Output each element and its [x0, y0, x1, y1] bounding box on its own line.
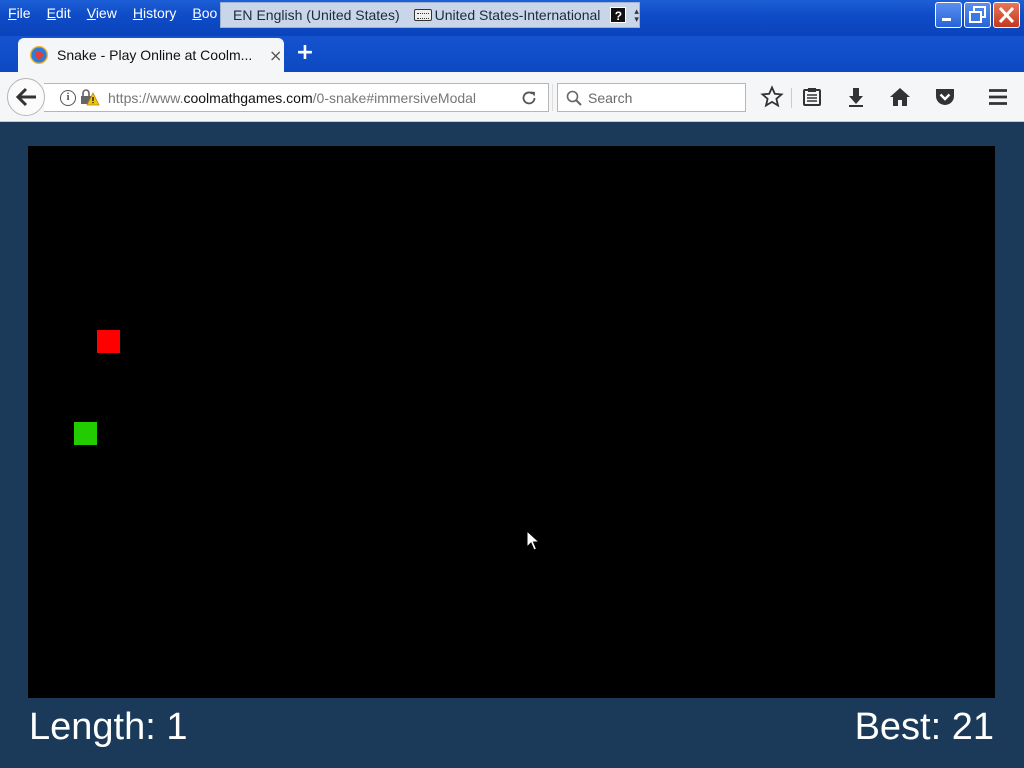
hamburger-menu-icon[interactable] [986, 85, 1010, 109]
search-input[interactable] [588, 89, 738, 106]
back-button[interactable] [7, 78, 45, 116]
info-icon[interactable]: i [60, 89, 76, 106]
restore-icon[interactable] [964, 2, 991, 28]
close-icon[interactable] [993, 2, 1020, 28]
menu-view[interactable]: View [79, 4, 125, 24]
reading-list-icon[interactable] [800, 85, 824, 109]
pocket-icon[interactable] [933, 85, 957, 109]
coolmath-favicon-icon [30, 46, 48, 64]
reload-icon[interactable] [520, 89, 538, 107]
search-icon [566, 90, 582, 106]
url-prefix: https://www. [108, 89, 184, 106]
tab-strip: Snake - Play Online at Coolm... × + [0, 36, 1024, 72]
back-arrow-icon [15, 87, 36, 107]
url-bar[interactable]: i https://www.coolmathgames.com/0-snake#… [44, 83, 553, 112]
food-pellet [97, 330, 120, 353]
snake-game-canvas[interactable] [28, 146, 995, 698]
title-bar: File Edit View History Boo EN English (U… [0, 0, 1024, 36]
bookmark-star-icon[interactable] [760, 85, 784, 109]
best-score: Best: 21 [854, 706, 994, 748]
menu-edit[interactable]: Edit [39, 4, 79, 24]
insecure-lock-icon[interactable] [80, 88, 100, 107]
menu-history[interactable]: History [125, 4, 185, 24]
url-domain: coolmathgames.com [183, 89, 313, 106]
menu-bar: File Edit View History Boo [0, 4, 225, 24]
navigation-bar: i https://www.coolmathgames.com/0-snake#… [0, 72, 1024, 122]
language-bar-options-icon[interactable]: ▴ ▾ [634, 7, 639, 24]
keyboard-icon [413, 9, 432, 21]
language-code: EN [233, 7, 253, 23]
minimize-icon[interactable] [935, 2, 962, 28]
search-box[interactable] [557, 83, 746, 112]
tab-close-icon[interactable]: × [269, 46, 282, 65]
tab-title: Snake - Play Online at Coolm... [57, 47, 253, 63]
help-icon[interactable]: ? [610, 7, 627, 23]
language-name: English (United States) [256, 7, 400, 23]
window-controls [935, 2, 1020, 28]
url-text[interactable]: https://www.coolmathgames.com/0-snake#im… [108, 90, 476, 106]
new-tab-button[interactable]: + [294, 42, 316, 65]
length-score: Length: 1 [29, 706, 188, 748]
tab-snake[interactable]: Snake - Play Online at Coolm... × [18, 38, 284, 72]
page-content: Length: 1 Best: 21 [0, 123, 1024, 768]
snake-head [74, 422, 97, 445]
toolbar-separator [791, 88, 792, 108]
menu-file[interactable]: File [0, 4, 39, 24]
url-path: /0-snake#immersiveModal [312, 89, 476, 106]
keyboard-layout: United States-International [434, 7, 601, 23]
url-separator [552, 84, 553, 111]
download-icon[interactable] [844, 85, 868, 109]
home-icon[interactable] [888, 85, 912, 109]
mouse-cursor-icon [526, 530, 540, 551]
language-bar[interactable]: EN English (United States) United States… [220, 2, 640, 28]
